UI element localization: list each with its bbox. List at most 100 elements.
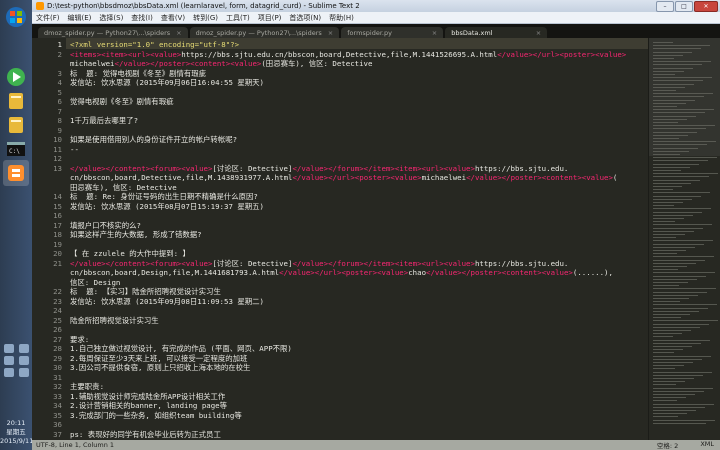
status-tab-size[interactable]: 空格: 2: [657, 440, 678, 450]
code-line[interactable]: michaelwei</value></poster><content><val…: [70, 59, 372, 69]
code-line[interactable]: 信区: Design: [70, 278, 120, 288]
menu-help[interactable]: 帮助(H): [325, 13, 358, 23]
clock[interactable]: 20:11 星期五 2015/9/11: [0, 419, 33, 446]
battery-icon[interactable]: [4, 368, 14, 377]
code-line[interactable]: cn/bbscon,board,Detective,file,M.1438931…: [70, 173, 617, 183]
code-line[interactable]: 1千万最后去哪里了?: [70, 116, 138, 126]
minimap-line: [653, 259, 705, 261]
minimap-line: [653, 227, 703, 229]
minimap-line: [653, 413, 687, 415]
network-icon[interactable]: [4, 344, 14, 353]
minimap-line: [653, 74, 675, 75]
line-number: 13: [53, 163, 62, 173]
minimap-line: [653, 314, 690, 315]
code-line[interactable]: 要求:: [70, 335, 89, 345]
minimap-line: [653, 173, 718, 175]
minimap-line: [653, 323, 709, 325]
maximize-button[interactable]: □: [675, 1, 693, 12]
minimap-line: [653, 128, 706, 130]
code-line[interactable]: 标 题: 【实习】陆金所招聘视觉设计实习生: [70, 287, 221, 297]
code-line[interactable]: </value></content><forum><value>[讨论区: De…: [70, 259, 568, 269]
minimap-line: [653, 112, 705, 114]
minimap-line: [653, 154, 680, 155]
code-line[interactable]: 填报户口不核实的么?: [70, 221, 141, 231]
code-line[interactable]: 2.每周保证至少3天来上班, 可以接受一定程度的加班: [70, 354, 247, 364]
minimap-line: [653, 253, 677, 255]
minimap-line: [653, 285, 679, 287]
minimap-line: [653, 160, 708, 162]
minimap-line: [653, 179, 700, 181]
menu-project[interactable]: 项目(P): [254, 13, 286, 23]
code-editor[interactable]: 1 2 3 4 5 6 7 8 9 10 11 12 13 14 15 16 17 18 19 20 21 22 23 24 2…: [32, 38, 648, 440]
line-number: 10: [53, 135, 62, 144]
code-line[interactable]: cn/bbscon,board,Design,file,M.1441681793…: [70, 268, 613, 278]
menu-edit[interactable]: 编辑(E): [64, 13, 96, 23]
code-line[interactable]: 如果这样产生的大数据, 形成了错数据?: [70, 230, 202, 240]
code-line[interactable]: 发信站: 饮水思源 (2015年09月08日11:09:53 星期二): [70, 297, 264, 307]
minimap-line: [653, 80, 703, 82]
minimap-line: [653, 403, 714, 405]
code-line[interactable]: <?xml version="1.0" encoding="utf-8"?>: [70, 40, 239, 50]
title-bar[interactable]: D:\test-python\bbsdmoz\bbsData.xml (lear…: [32, 0, 720, 12]
code-line[interactable]: 田忌赛车), 信区: Detective: [70, 183, 177, 193]
terminal-icon[interactable]: C:\: [3, 136, 29, 162]
menu-find[interactable]: 查找(I): [127, 13, 157, 23]
minimap[interactable]: [648, 38, 720, 440]
input-method-icon[interactable]: [4, 356, 14, 365]
volume-icon[interactable]: [19, 344, 29, 353]
code-line[interactable]: 发信站: 饮水思源 (2015年08月07日15:19:37 星期五): [70, 202, 264, 212]
status-syntax[interactable]: XML: [700, 440, 714, 450]
minimap-line: [653, 205, 674, 207]
minimize-button[interactable]: –: [656, 1, 674, 12]
code-line[interactable]: 陆金所招聘视觉设计实习生: [70, 316, 159, 326]
minimap-line: [653, 320, 718, 322]
minimap-line: [653, 410, 696, 411]
code-line[interactable]: 发信站: 饮水思源 (2015年09月06日16:04:55 星期天): [70, 78, 264, 88]
menu-selection[interactable]: 选择(S): [95, 13, 127, 23]
code-line[interactable]: 1.辅助视觉设计师完成陆金所APP设计相关工作: [70, 392, 225, 402]
code-line[interactable]: --: [70, 145, 79, 155]
line-number: 1: [57, 40, 62, 49]
line-number: 7: [57, 106, 62, 116]
code-line[interactable]: 如果是使用借用别人的身份证件开立的帐户转帐呢?: [70, 135, 237, 145]
menu-goto[interactable]: 转到(G): [189, 13, 222, 23]
line-number: 31: [53, 372, 62, 382]
code-line[interactable]: </value></content><forum><value>[讨论区: De…: [70, 164, 568, 174]
menu-file[interactable]: 文件(F): [32, 13, 64, 23]
code-line[interactable]: 1.自己独立做过视觉设计, 有完成的作品 (平面、网页、APP不限): [70, 344, 292, 354]
start-orb-icon[interactable]: [3, 4, 29, 30]
minimap-line: [653, 237, 676, 239]
minimap-line: [653, 406, 705, 408]
sublime-window: D:\test-python\bbsdmoz\bbsData.xml (lear…: [32, 0, 720, 450]
code-line[interactable]: ps: 表现好的同学有机会毕业后转为正式员工: [70, 430, 221, 440]
code-line[interactable]: 觉得电视剧《冬至》剧情有瑕疵: [70, 97, 173, 107]
menu-tools[interactable]: 工具(T): [222, 13, 254, 23]
minimap-line: [653, 144, 707, 146]
tray-app-icon[interactable]: [19, 368, 29, 377]
code-line[interactable]: 标 题: 觉得电视剧《冬至》剧情有瑕疵: [70, 69, 206, 79]
code-line[interactable]: 主要职责:: [70, 382, 104, 392]
minimap-line: [653, 118, 687, 120]
menu-view[interactable]: 查看(V): [157, 13, 189, 23]
minimap-line: [653, 70, 684, 72]
media-icon[interactable]: [3, 64, 29, 90]
code-line[interactable]: 2.设计营销相关的banner, landing page等: [70, 401, 227, 411]
close-button[interactable]: ✕: [694, 1, 718, 12]
minimap-line: [653, 384, 676, 386]
code-line[interactable]: 【 在 zzulele 的大作中提到: 】: [70, 249, 190, 259]
sublime-icon[interactable]: [3, 160, 29, 186]
code-line[interactable]: 标 题: Re: 身份证号码的出生日期不精确是什么原因?: [70, 192, 258, 202]
folder-icon[interactable]: [3, 88, 29, 114]
code-area[interactable]: <?xml version="1.0" encoding="utf-8"?> <i…: [70, 38, 646, 440]
code-line[interactable]: 3.因公司不提供食宿, 原则上只招收上海本地的在校生: [70, 363, 250, 373]
tab-bar: dmoz_spider.py — Python27\...\spiders × d…: [32, 24, 720, 39]
minimap-line: [653, 365, 684, 367]
line-number: 11: [53, 144, 62, 154]
code-line[interactable]: <items><item><url><value>https://bbs.sjt…: [70, 50, 626, 60]
minimap-line: [653, 58, 674, 59]
menu-preferences[interactable]: 首选项(N): [285, 13, 325, 23]
folder-icon[interactable]: [3, 112, 29, 138]
code-line[interactable]: 3.完成部门的一些杂务, 如组织team building等: [70, 411, 242, 421]
flag-icon[interactable]: [19, 356, 29, 365]
minimap-line: [653, 355, 711, 357]
